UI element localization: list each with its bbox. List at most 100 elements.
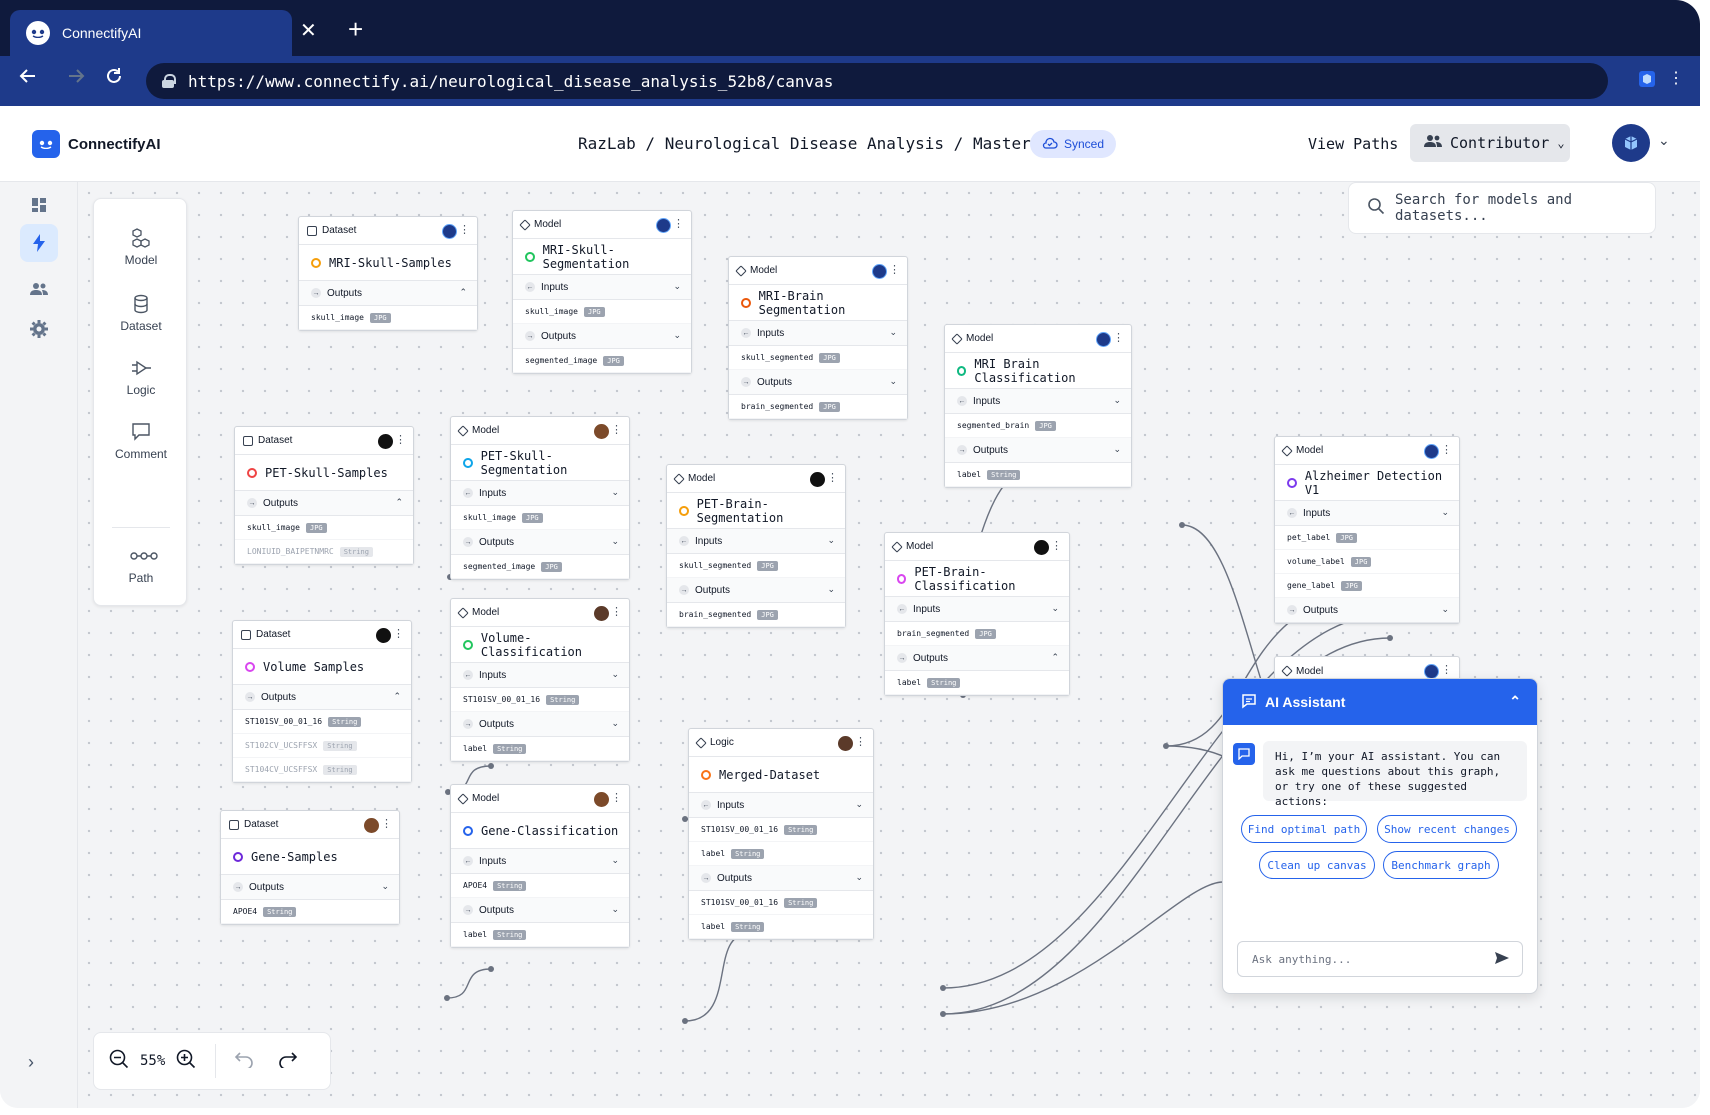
inputs-section[interactable]: ← Inputs ⌄ <box>885 597 1069 622</box>
user-avatar[interactable] <box>1612 124 1650 162</box>
node-volume-samples[interactable]: Dataset ⋮ Volume Samples → Outputs ⌃ ST101… <box>232 620 412 783</box>
inputs-section[interactable]: ← Inputs ⌄ <box>513 275 691 300</box>
kebab-menu-icon[interactable]: ⋮ <box>827 471 838 484</box>
port-row[interactable]: volume_label JPG <box>1275 550 1459 574</box>
port-row[interactable]: APOE4 String <box>451 874 629 898</box>
outputs-section[interactable]: → Outputs ⌄ <box>945 438 1131 463</box>
browser-menu-icon[interactable]: ⋮ <box>1668 68 1684 88</box>
kebab-menu-icon[interactable]: ⋮ <box>459 223 470 236</box>
port-row[interactable]: label String <box>689 842 873 866</box>
redo-icon[interactable] <box>278 1050 298 1072</box>
node-mri-brain-classification[interactable]: Model ⋮ MRI Brain Classification ← Inputs… <box>944 324 1132 488</box>
node-pet-skull-segmentation[interactable]: Model ⋮ PET-Skull-Segmentation ← Inputs ⌄ … <box>450 416 630 580</box>
node-mri-skull-segmentation[interactable]: Model ⋮ MRI-Skull-Segmentation ← Inputs ⌄ … <box>512 210 692 374</box>
kebab-menu-icon[interactable]: ⋮ <box>611 791 622 804</box>
kebab-menu-icon[interactable]: ⋮ <box>889 263 900 276</box>
port-row[interactable]: ST101SV_00_01_16 String <box>233 710 411 734</box>
outputs-section[interactable]: → Outputs ⌄ <box>221 875 399 900</box>
port-row[interactable]: skull_image JPG <box>513 300 691 324</box>
node-pet-brain-classification[interactable]: Model ⋮ PET-Brain-Classification ← Inputs… <box>884 532 1070 696</box>
port-row[interactable]: skull_image JPG <box>299 306 477 330</box>
outputs-section[interactable]: → Outputs ⌄ <box>451 712 629 737</box>
chip-show-recent-changes[interactable]: Show recent changes <box>1377 815 1517 843</box>
port-row[interactable]: skull_image JPG <box>235 516 413 540</box>
back-icon[interactable] <box>18 66 38 92</box>
port-row[interactable]: ST104CV_UCSFFSX String <box>233 758 411 782</box>
node-mri-brain-segmentation[interactable]: Model ⋮ MRI-Brain Segmentation ← Inputs ⌄ … <box>728 256 908 420</box>
node-merged-dataset[interactable]: Logic ⋮ Merged-Dataset ← Inputs ⌄ ST101SV_… <box>688 728 874 940</box>
lightning-icon[interactable] <box>20 224 58 262</box>
new-tab-icon[interactable]: + <box>348 14 363 45</box>
inputs-section[interactable]: ← Inputs ⌄ <box>689 793 873 818</box>
team-icon[interactable] <box>20 270 58 308</box>
port-row[interactable]: brain_segmented JPG <box>667 603 845 627</box>
outputs-section[interactable]: → Outputs ⌄ <box>451 898 629 923</box>
node-pet-brain-segmentation[interactable]: Model ⋮ PET-Brain-Segmentation ← Inputs ⌄ … <box>666 464 846 628</box>
search-bar[interactable]: Search for models and datasets... <box>1348 182 1656 234</box>
port-row[interactable]: label String <box>885 671 1069 695</box>
port-row[interactable]: ST101SV_00_01_16 String <box>689 891 873 915</box>
port-row[interactable]: segmented_brain JPG <box>945 414 1131 438</box>
chip-find-optimal-path[interactable]: Find optimal path <box>1241 815 1367 843</box>
port-row[interactable]: ST101SV_00_01_16 String <box>451 688 629 712</box>
kebab-menu-icon[interactable]: ⋮ <box>855 735 866 748</box>
node-mri-skull-samples[interactable]: Dataset ⋮ MRI-Skull-Samples → Outputs ⌃ sk… <box>298 216 478 331</box>
palette-model[interactable]: Model <box>94 227 188 267</box>
outputs-section[interactable]: → Outputs ⌃ <box>235 491 413 516</box>
inputs-section[interactable]: ← Inputs ⌄ <box>667 529 845 554</box>
inputs-section[interactable]: ← Inputs ⌄ <box>451 663 629 688</box>
extension-icon[interactable] <box>1638 70 1656 94</box>
port-row[interactable]: pet_label JPG <box>1275 526 1459 550</box>
port-row[interactable]: gene_label JPG <box>1275 574 1459 598</box>
node-pet-skull-samples[interactable]: Dataset ⋮ PET-Skull-Samples → Outputs ⌃ sk… <box>234 426 414 565</box>
node-alzheimer-detection[interactable]: Model ⋮ Alzheimer Detection V1 ← Inputs ⌄ … <box>1274 436 1460 624</box>
inputs-section[interactable]: ← Inputs ⌄ <box>1275 501 1459 526</box>
inputs-section[interactable]: ← Inputs ⌄ <box>451 481 629 506</box>
browser-tab[interactable]: ConnectifyAI <box>10 10 292 56</box>
node-volume-classification[interactable]: Model ⋮ Volume-Classification ← Inputs ⌄ S… <box>450 598 630 762</box>
zoom-in-icon[interactable] <box>175 1048 197 1074</box>
close-tab-icon[interactable]: ✕ <box>300 18 317 43</box>
kebab-menu-icon[interactable]: ⋮ <box>611 605 622 618</box>
dashboard-icon[interactable] <box>20 186 58 224</box>
outputs-section[interactable]: → Outputs ⌄ <box>1275 598 1459 623</box>
port-row[interactable]: label String <box>451 923 629 947</box>
palette-comment[interactable]: Comment <box>94 421 188 461</box>
outputs-section[interactable]: → Outputs ⌃ <box>885 646 1069 671</box>
graph-canvas[interactable]: Model Dataset Logic Comment Path Search … <box>78 182 1700 1108</box>
port-row[interactable]: LONIUID_BAIPETNMRC String <box>235 540 413 564</box>
port-row[interactable]: segmented_image JPG <box>451 555 629 579</box>
chip-benchmark-graph[interactable]: Benchmark graph <box>1383 851 1499 879</box>
brand[interactable]: ConnectifyAI <box>32 130 161 158</box>
port-row[interactable]: brain_segmented JPG <box>729 395 907 419</box>
port-row[interactable]: ST101SV_00_01_16 String <box>689 818 873 842</box>
chip-clean-up-canvas[interactable]: Clean up canvas <box>1259 851 1375 879</box>
inputs-section[interactable]: ← Inputs ⌄ <box>729 321 907 346</box>
port-row[interactable]: APOE4 String <box>221 900 399 924</box>
undo-icon[interactable] <box>234 1050 254 1072</box>
kebab-menu-icon[interactable]: ⋮ <box>393 627 404 640</box>
inputs-section[interactable]: ← Inputs ⌄ <box>945 389 1131 414</box>
role-dropdown[interactable]: Contributor ⌄ <box>1410 124 1570 162</box>
port-row[interactable]: skull_segmented JPG <box>729 346 907 370</box>
kebab-menu-icon[interactable]: ⋮ <box>1441 443 1452 456</box>
kebab-menu-icon[interactable]: ⋮ <box>611 423 622 436</box>
forward-icon[interactable] <box>66 66 86 92</box>
node-gene-samples[interactable]: Dataset ⋮ Gene-Samples → Outputs ⌄ APOE4 St… <box>220 810 400 925</box>
palette-dataset[interactable]: Dataset <box>94 293 188 333</box>
kebab-menu-icon[interactable]: ⋮ <box>381 817 392 830</box>
expand-chevron-icon[interactable]: › <box>28 1052 34 1073</box>
ai-assistant-header[interactable]: AI Assistant ⌃ <box>1223 679 1537 725</box>
outputs-section[interactable]: → Outputs ⌄ <box>667 578 845 603</box>
account-chevron-icon[interactable]: ⌄ <box>1658 132 1670 149</box>
port-row[interactable]: segmented_image JPG <box>513 349 691 373</box>
palette-path[interactable]: Path <box>94 545 188 585</box>
inputs-section[interactable]: ← Inputs ⌄ <box>451 849 629 874</box>
outputs-section[interactable]: → Outputs ⌃ <box>299 281 477 306</box>
settings-gear-icon[interactable] <box>20 310 58 348</box>
kebab-menu-icon[interactable]: ⋮ <box>1051 539 1062 552</box>
node-gene-classification[interactable]: Model ⋮ Gene-Classification ← Inputs ⌄ APO… <box>450 784 630 948</box>
kebab-menu-icon[interactable]: ⋮ <box>395 433 406 446</box>
port-row[interactable]: skull_image JPG <box>451 506 629 530</box>
port-row[interactable]: ST102CV_UCSFFSX String <box>233 734 411 758</box>
